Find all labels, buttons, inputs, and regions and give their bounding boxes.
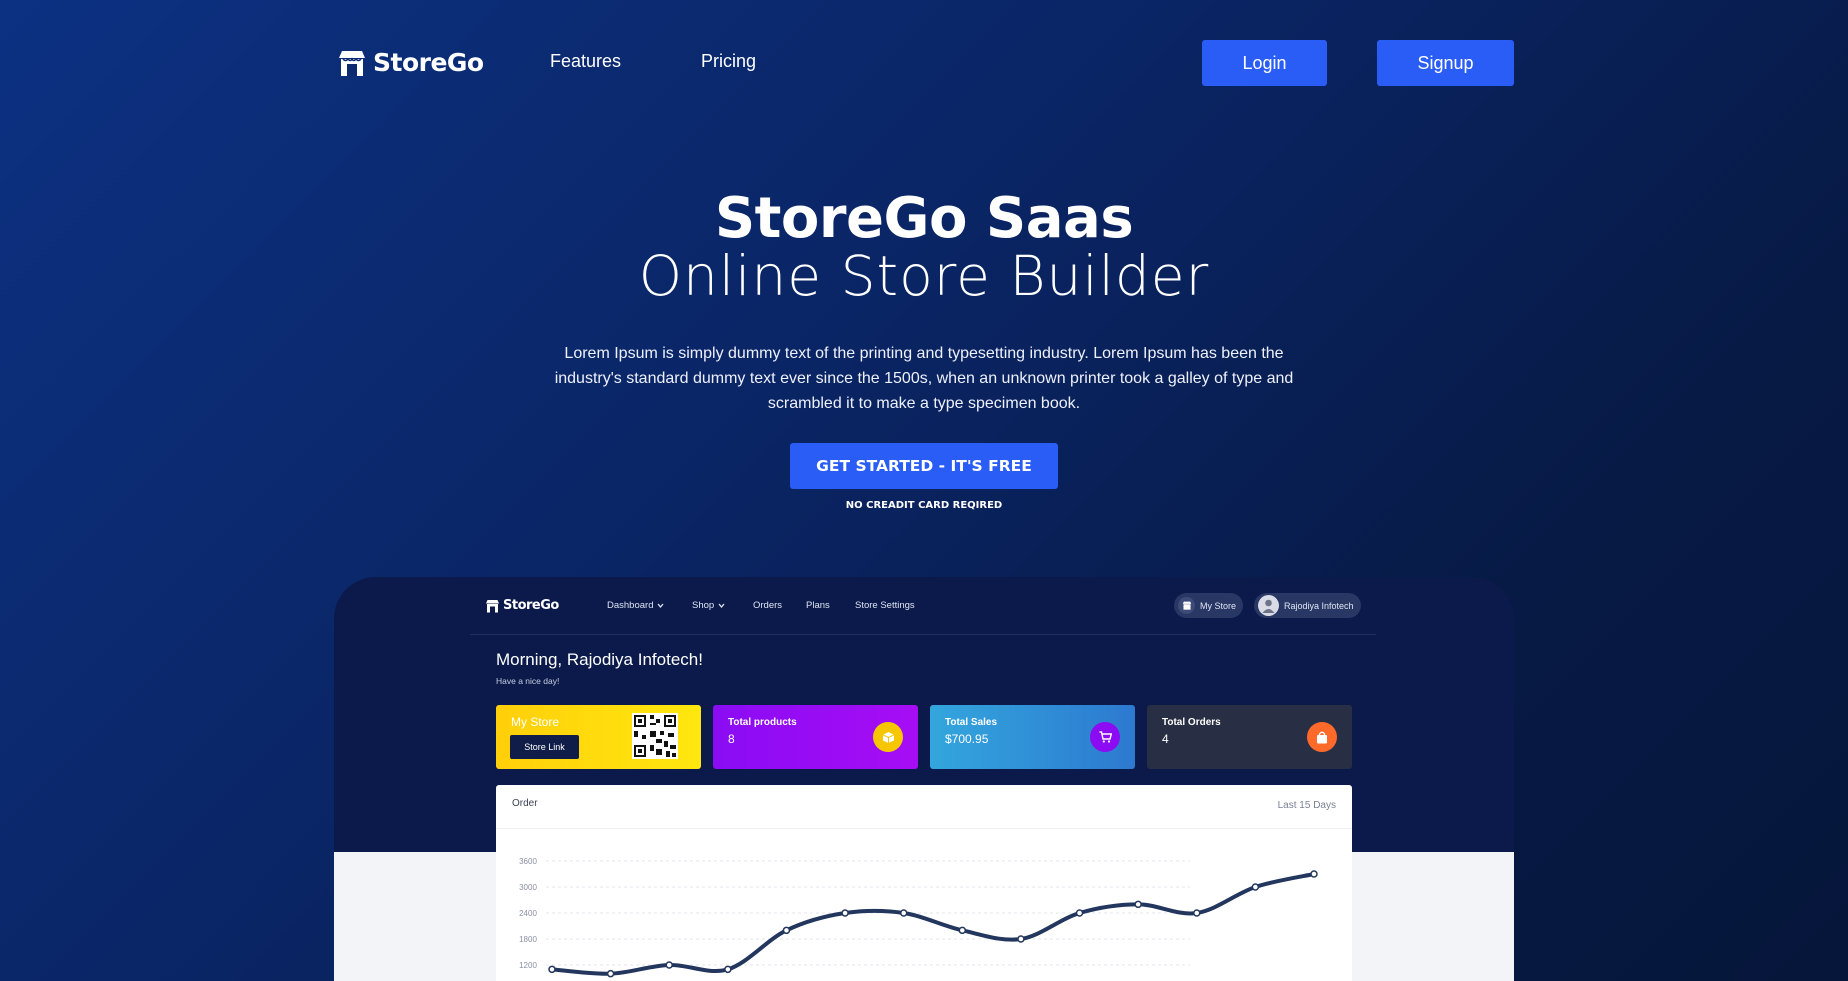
my-store-pill[interactable]: My Store xyxy=(1174,593,1244,618)
storefront-icon xyxy=(339,50,365,76)
top-navigation: StoreGo Features Pricing Login Signup xyxy=(0,0,1848,125)
data-point[interactable] xyxy=(782,926,791,935)
y-tick-label: 3000 xyxy=(519,883,537,892)
preview-nav-divider xyxy=(470,634,1376,635)
hero-subtitle: Online Store Builder xyxy=(638,244,1210,308)
avatar xyxy=(1258,595,1279,616)
brand-name: StoreGo xyxy=(373,48,484,77)
card-total-products: Total products 8 xyxy=(713,705,918,769)
data-point[interactable] xyxy=(1310,870,1318,878)
box-icon xyxy=(873,722,903,752)
data-point[interactable] xyxy=(1251,883,1260,891)
cta-note: NO CREADIT CARD REQIRED xyxy=(845,500,1003,511)
login-button[interactable]: Login xyxy=(1202,40,1327,86)
data-point[interactable] xyxy=(1193,909,1201,917)
data-point[interactable] xyxy=(1134,900,1142,909)
preview-nav-orders[interactable]: Orders xyxy=(753,600,782,611)
card-my-store: My Store Store Link xyxy=(496,705,701,769)
chevron-down-icon xyxy=(718,603,725,608)
data-point[interactable] xyxy=(1075,909,1084,917)
card-total-orders: Total Orders 4 xyxy=(1147,705,1352,769)
brand-logo[interactable]: StoreGo xyxy=(337,48,484,77)
data-point[interactable] xyxy=(724,965,732,974)
my-store-label: My Store xyxy=(1200,600,1237,611)
data-point[interactable] xyxy=(899,909,908,917)
store-link-button[interactable]: Store Link xyxy=(510,735,579,759)
hero-title: StoreGo Saas xyxy=(714,186,1134,251)
data-point[interactable] xyxy=(665,961,673,969)
preview-nav-store-settings[interactable]: Store Settings xyxy=(855,600,915,611)
data-point[interactable] xyxy=(841,909,849,917)
preview-nav-plans[interactable]: Plans xyxy=(806,600,830,611)
user-name: Rajodiya Infotech xyxy=(1284,600,1354,611)
y-tick-label: 1200 xyxy=(519,961,537,970)
data-point[interactable] xyxy=(548,965,556,974)
preview-nav-label: Dashboard xyxy=(607,600,654,611)
data-point[interactable] xyxy=(958,926,967,935)
signup-button[interactable]: Signup xyxy=(1377,40,1514,86)
y-tick-label: 1800 xyxy=(519,935,537,944)
hero-description: Lorem Ipsum is simply dummy text of the … xyxy=(554,345,1294,412)
y-tick-label: 3600 xyxy=(519,857,537,866)
data-point[interactable] xyxy=(606,969,615,978)
card-total-sales: Total Sales $700.95 xyxy=(930,705,1135,769)
order-line-chart: 3600 3000 2400 1800 1200 xyxy=(519,857,1318,978)
user-menu-pill[interactable]: Rajodiya Infotech xyxy=(1254,593,1361,618)
nav-link-features[interactable]: Features xyxy=(550,51,621,72)
order-series-line xyxy=(550,872,1316,976)
qr-code-icon xyxy=(632,713,678,759)
y-tick-label: 2400 xyxy=(519,909,537,918)
cart-icon xyxy=(1090,722,1120,752)
preview-nav-label: Shop xyxy=(692,600,715,611)
bag-icon xyxy=(1307,722,1337,752)
preview-nav-dashboard[interactable]: Dashboard xyxy=(607,600,664,611)
data-point[interactable] xyxy=(1017,935,1025,943)
greeting-subtitle: Have a nice day! xyxy=(496,676,560,686)
greeting-title: Morning, Rajodiya Infotech! xyxy=(496,650,703,669)
storefront-icon xyxy=(486,599,499,612)
preview-brand-name: StoreGo xyxy=(503,598,559,613)
nav-link-pricing[interactable]: Pricing xyxy=(701,51,756,72)
preview-brand-logo[interactable]: StoreGo xyxy=(485,598,559,613)
preview-nav-shop[interactable]: Shop xyxy=(692,600,725,611)
order-chart-card: Order Last 15 Days 3600 3000 2400 1800 1200 xyxy=(496,785,1352,981)
get-started-button[interactable]: GET STARTED - IT'S FREE xyxy=(790,443,1058,489)
storefront-icon xyxy=(1178,597,1195,614)
chevron-down-icon xyxy=(657,603,664,608)
